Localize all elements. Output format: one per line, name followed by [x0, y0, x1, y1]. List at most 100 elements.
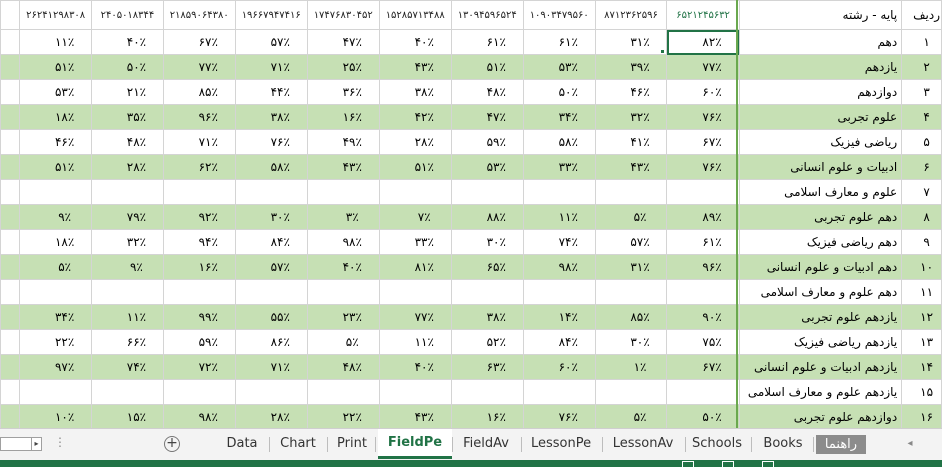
- percent-cell[interactable]: ۵۱٪: [450, 54, 524, 80]
- percent-cell[interactable]: [378, 179, 452, 205]
- percent-cell[interactable]: [19, 179, 93, 205]
- percent-cell[interactable]: ۲۸٪: [234, 404, 308, 428]
- percent-cell[interactable]: ۹۴٪: [162, 229, 236, 255]
- percent-cell[interactable]: ۳۰٪: [450, 229, 524, 255]
- percent-cell[interactable]: ۴۰٪: [91, 29, 164, 55]
- percent-cell[interactable]: ۵۹٪: [450, 129, 524, 155]
- sheet-tab[interactable]: FieldPe: [378, 429, 452, 459]
- row-label-cell[interactable]: دوازدهم: [738, 79, 903, 105]
- percent-cell[interactable]: [378, 379, 452, 405]
- percent-cell[interactable]: ۸۶٪: [234, 329, 308, 355]
- percent-cell[interactable]: ۲۵٪: [306, 54, 380, 80]
- percent-cell[interactable]: ۹۶٪: [162, 104, 236, 130]
- sheet-tab[interactable]: Books: [754, 429, 812, 459]
- percent-cell[interactable]: ۷۵٪: [666, 329, 740, 355]
- percent-cell[interactable]: [594, 379, 668, 405]
- percent-cell[interactable]: ۴۰٪: [378, 354, 452, 380]
- sheet-tab[interactable]: Schools: [688, 429, 746, 459]
- sheet-tab[interactable]: LessonAv: [605, 429, 681, 459]
- percent-cell[interactable]: ۱۶٪: [306, 104, 380, 130]
- percent-cell[interactable]: ۵۵٪: [234, 304, 308, 330]
- row-label-cell[interactable]: دهم ریاضی فیزیک: [738, 229, 903, 255]
- percent-cell[interactable]: ۴۰٪: [306, 254, 380, 280]
- percent-cell[interactable]: ۱۱٪: [91, 304, 164, 330]
- percent-cell[interactable]: ۵۰٪: [522, 79, 596, 105]
- row-number-cell[interactable]: ۱۴: [901, 354, 942, 380]
- percent-cell[interactable]: ۷۷٪: [378, 304, 452, 330]
- percent-cell[interactable]: ۷۴٪: [91, 354, 164, 380]
- percent-cell[interactable]: ۴۷٪: [306, 29, 380, 55]
- percent-cell[interactable]: ۱۵٪: [91, 404, 164, 428]
- percent-cell[interactable]: ۳۲٪: [594, 104, 668, 130]
- percent-cell[interactable]: ۴۶٪: [594, 79, 668, 105]
- percent-cell[interactable]: [666, 179, 740, 205]
- percent-cell[interactable]: ۴۳٪: [378, 54, 452, 80]
- percent-cell[interactable]: [91, 379, 164, 405]
- percent-cell[interactable]: ۸۸٪: [450, 204, 524, 230]
- percent-cell[interactable]: ۳۸٪: [450, 304, 524, 330]
- percent-cell[interactable]: ۸۲٪: [666, 29, 740, 55]
- percent-cell[interactable]: ۷۲٪: [162, 354, 236, 380]
- percent-cell[interactable]: ۳۰٪: [594, 329, 668, 355]
- percent-cell[interactable]: ۲۱٪: [91, 79, 164, 105]
- percent-cell[interactable]: ۶۷٪: [162, 29, 236, 55]
- percent-cell[interactable]: ۵٪: [594, 404, 668, 428]
- overflow-cell[interactable]: [0, 229, 21, 255]
- percent-cell[interactable]: ۴۸٪: [450, 79, 524, 105]
- row-number-cell[interactable]: ۱۳: [901, 329, 942, 355]
- percent-cell[interactable]: ۳٪: [306, 204, 380, 230]
- percent-cell[interactable]: [594, 279, 668, 305]
- percent-cell[interactable]: ۱٪: [594, 354, 668, 380]
- percent-cell[interactable]: ۵۳٪: [522, 54, 596, 80]
- row-label-cell[interactable]: علوم تجربی: [738, 104, 903, 130]
- overflow-cell[interactable]: [0, 304, 21, 330]
- percent-cell[interactable]: ۵۸٪: [522, 129, 596, 155]
- percent-cell[interactable]: ۴۳٪: [594, 154, 668, 180]
- column-header-code[interactable]: [0, 0, 21, 30]
- percent-cell[interactable]: ۶۱٪: [522, 29, 596, 55]
- percent-cell[interactable]: ۵۷٪: [234, 254, 308, 280]
- add-sheet-button[interactable]: +: [164, 436, 180, 452]
- row-number-cell[interactable]: ۱۰: [901, 254, 942, 280]
- normal-view-icon[interactable]: [682, 461, 694, 467]
- row-number-cell[interactable]: ۶: [901, 154, 942, 180]
- column-header-code[interactable]: ۸۷۱۲۳۶۲۵۹۶: [594, 0, 668, 30]
- percent-cell[interactable]: ۲۲٪: [19, 329, 93, 355]
- percent-cell[interactable]: ۵۱٪: [378, 154, 452, 180]
- percent-cell[interactable]: [450, 279, 524, 305]
- row-number-cell[interactable]: ۲: [901, 54, 942, 80]
- percent-cell[interactable]: ۵۲٪: [450, 329, 524, 355]
- percent-cell[interactable]: ۵۳٪: [19, 79, 93, 105]
- percent-cell[interactable]: ۴۸٪: [306, 354, 380, 380]
- row-label-cell[interactable]: یازدهم ریاضی فیزیک: [738, 329, 903, 355]
- percent-cell[interactable]: ۷۷٪: [666, 54, 740, 80]
- percent-cell[interactable]: ۶۷٪: [666, 354, 740, 380]
- percent-cell[interactable]: ۱۸٪: [19, 104, 93, 130]
- percent-cell[interactable]: ۶۱٪: [450, 29, 524, 55]
- overflow-cell[interactable]: [0, 54, 21, 80]
- percent-cell[interactable]: ۹۸٪: [162, 404, 236, 428]
- percent-cell[interactable]: [666, 279, 740, 305]
- overflow-cell[interactable]: [0, 204, 21, 230]
- page-layout-icon[interactable]: [722, 461, 734, 467]
- percent-cell[interactable]: ۴۸٪: [91, 129, 164, 155]
- percent-cell[interactable]: ۳۵٪: [91, 104, 164, 130]
- percent-cell[interactable]: [162, 379, 236, 405]
- row-number-cell[interactable]: ۷: [901, 179, 942, 205]
- percent-cell[interactable]: ۴۷٪: [450, 104, 524, 130]
- percent-cell[interactable]: ۷۱٪: [162, 129, 236, 155]
- percent-cell[interactable]: [450, 379, 524, 405]
- row-label-cell[interactable]: ریاضی فیزیک: [738, 129, 903, 155]
- column-header-code[interactable]: ۲۱۸۵۹۰۶۴۳۸۰: [162, 0, 236, 30]
- percent-cell[interactable]: ۷۶٪: [666, 104, 740, 130]
- percent-cell[interactable]: [91, 179, 164, 205]
- percent-cell[interactable]: ۱۶٪: [162, 254, 236, 280]
- percent-cell[interactable]: ۴۳٪: [306, 154, 380, 180]
- percent-cell[interactable]: ۳۱٪: [594, 29, 668, 55]
- page-break-icon[interactable]: [762, 461, 774, 467]
- percent-cell[interactable]: [234, 379, 308, 405]
- overflow-cell[interactable]: [0, 29, 21, 55]
- percent-cell[interactable]: ۵۷٪: [594, 229, 668, 255]
- overflow-cell[interactable]: [0, 179, 21, 205]
- percent-cell[interactable]: ۹۲٪: [162, 204, 236, 230]
